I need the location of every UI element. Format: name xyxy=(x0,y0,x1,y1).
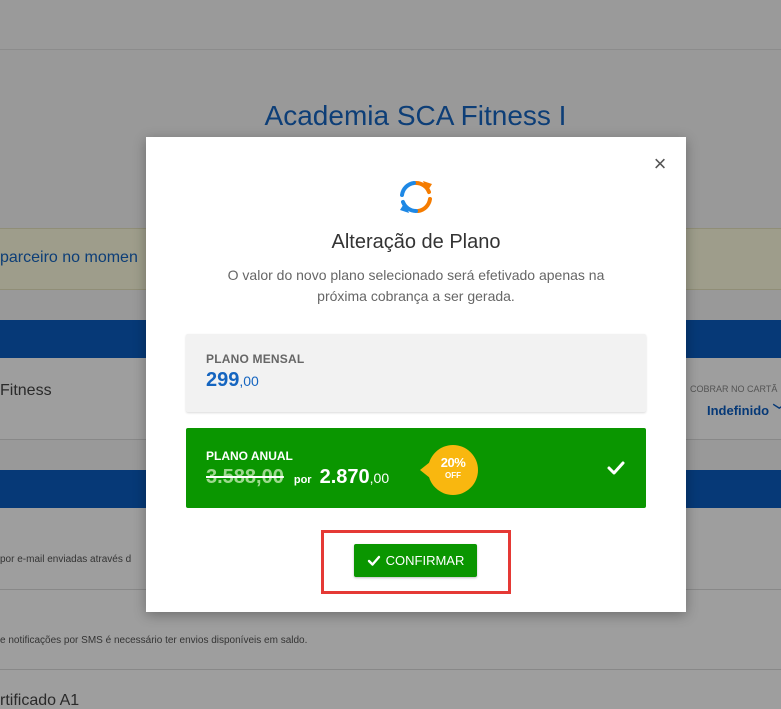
check-icon xyxy=(607,461,625,475)
modal-title: Alteração de Plano xyxy=(331,231,501,253)
plan-anual-old-price: 3.588,00 xyxy=(206,466,284,488)
plan-anual-prices: 3.588,00 por 2.870,00 xyxy=(206,466,389,489)
plan-mensal-price: 299,00 xyxy=(206,369,259,392)
refresh-icon xyxy=(400,181,432,213)
plan-anual-option[interactable]: PLANO ANUAL 3.588,00 por 2.870,00 20% OF… xyxy=(186,428,646,508)
discount-off: OFF xyxy=(445,471,461,480)
close-icon: × xyxy=(653,151,667,176)
plan-change-modal: × Alteração de Plano O valor do novo pla… xyxy=(146,137,686,612)
modal-description: O valor do novo plano selecionado será e… xyxy=(227,267,605,304)
discount-badge: 20% OFF xyxy=(420,445,478,495)
plan-anual-label: PLANO ANUAL xyxy=(206,449,293,463)
plan-anual-price-int: 2.870 xyxy=(319,466,370,488)
plan-mensal-label: PLANO MENSAL xyxy=(206,352,305,366)
check-icon xyxy=(367,555,380,566)
plan-mensal-price-int: 299 xyxy=(206,369,240,391)
close-button[interactable]: × xyxy=(650,153,670,175)
plan-anual-por: por xyxy=(293,474,312,486)
plan-mensal-price-dec: ,00 xyxy=(239,373,259,389)
plan-mensal-option[interactable]: PLANO MENSAL 299,00 xyxy=(186,334,646,412)
badge-circle xyxy=(428,445,478,495)
confirm-button[interactable]: CONFIRMAR xyxy=(354,544,477,577)
discount-percent: 20% xyxy=(440,455,466,470)
plan-anual-price-dec: ,00 xyxy=(369,470,390,486)
confirm-label: CONFIRMAR xyxy=(385,553,465,568)
